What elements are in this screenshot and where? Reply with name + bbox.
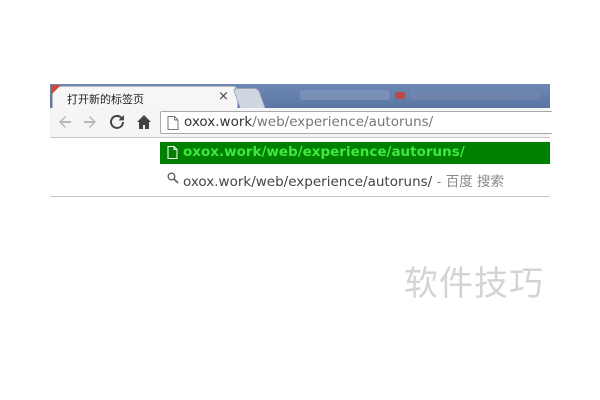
suggestion-text: oxox.work/web/experience/autoruns/ - 百度 … <box>183 170 504 190</box>
watermark: 软件技巧 <box>404 264 544 304</box>
address-path: /web/experience/autoruns/ <box>252 114 434 130</box>
page-icon <box>167 116 179 130</box>
home-icon[interactable] <box>134 111 154 133</box>
reload-icon[interactable] <box>107 111 127 133</box>
tab-strip: 打开新的标签页 × <box>50 84 550 108</box>
browser-window: 打开新的标签页 × oxox.work/web/experience/autor… <box>50 84 552 197</box>
background-tab-blur <box>300 90 390 100</box>
suggestion-text: oxox.work/web/experience/autoruns/ <box>183 144 465 160</box>
address-text[interactable]: oxox.work/web/experience/autoruns/ <box>184 114 433 130</box>
suggestion-url[interactable]: oxox.work/web/experience/autoruns/ <box>160 142 550 164</box>
omnibox-suggestions: oxox.work/web/experience/autoruns/ oxox.… <box>160 142 550 196</box>
background-tab-blur <box>410 90 540 100</box>
toolbar: oxox.work/web/experience/autoruns/ <box>50 108 552 138</box>
tab-title: 打开新的标签页 <box>67 93 144 106</box>
dropdown-divider <box>50 196 550 197</box>
suggestion-suffix: - 百度 搜索 <box>432 174 504 190</box>
search-icon <box>167 172 179 184</box>
tab-close-icon[interactable]: × <box>218 89 229 104</box>
address-bar[interactable]: oxox.work/web/experience/autoruns/ <box>160 111 552 134</box>
page-icon <box>167 146 178 159</box>
background-favicon-blur <box>395 92 405 99</box>
address-host: oxox.work <box>184 114 253 130</box>
suggestion-search[interactable]: oxox.work/web/experience/autoruns/ - 百度 … <box>160 168 550 190</box>
forward-arrow-icon[interactable] <box>80 111 100 133</box>
tab-new-tab[interactable]: 打开新的标签页 × <box>51 85 238 108</box>
back-arrow-icon[interactable] <box>55 111 75 133</box>
suggestion-query: oxox.work/web/experience/autoruns/ <box>183 174 433 190</box>
tab-corner-mark <box>51 85 61 95</box>
